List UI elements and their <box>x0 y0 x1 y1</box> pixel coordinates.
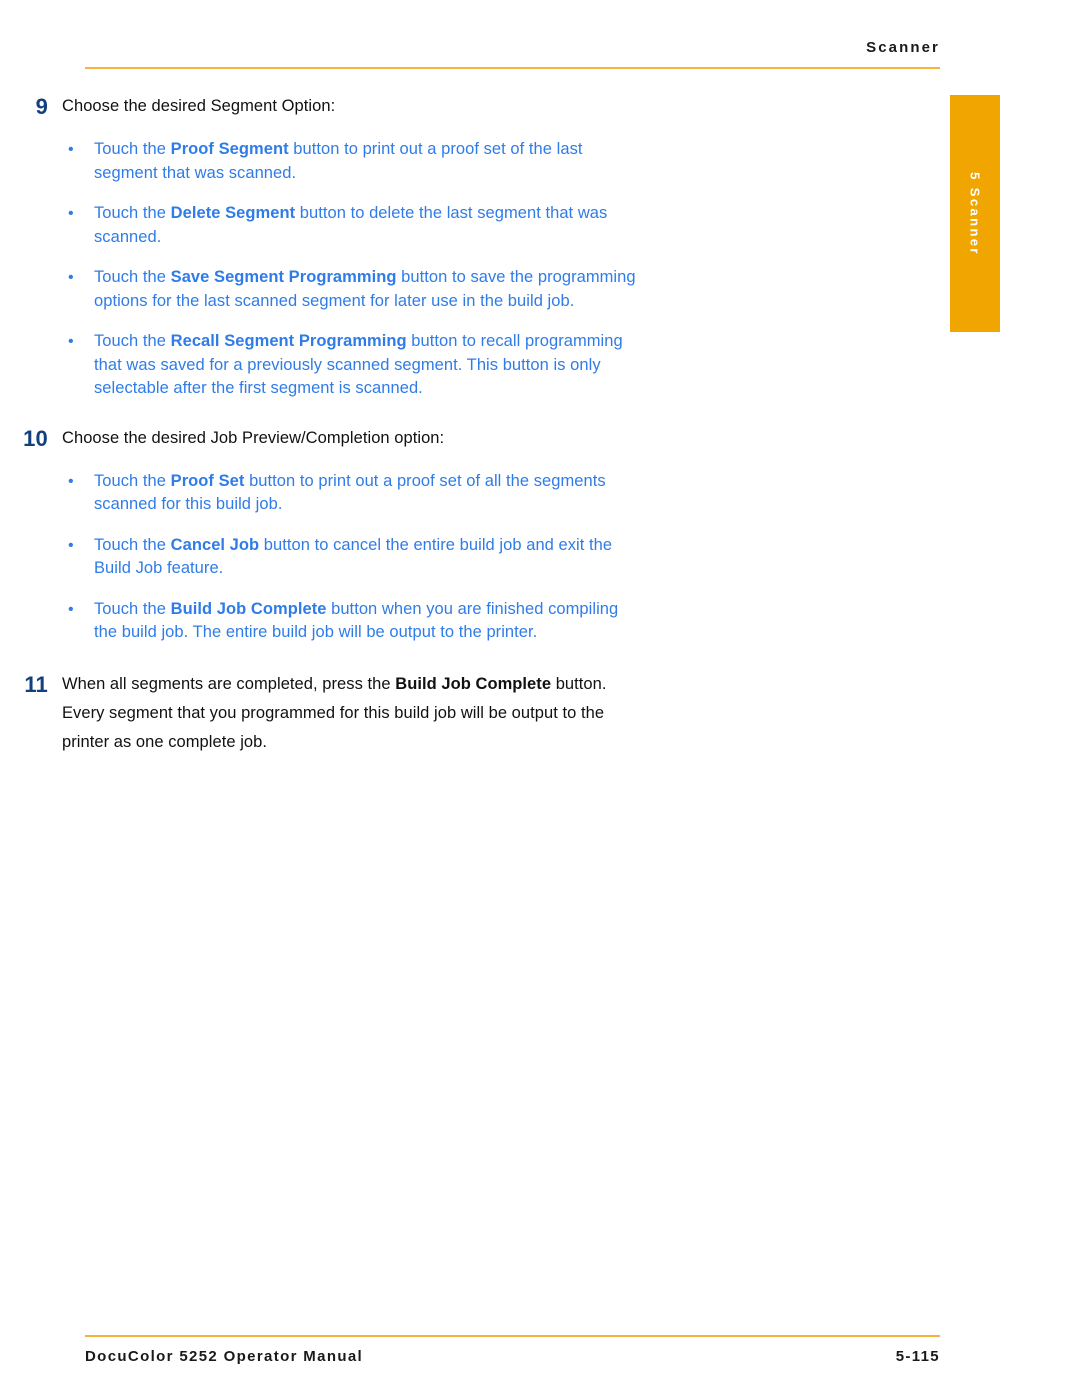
bullet-text: Touch the Proof Segment button to print … <box>94 140 583 182</box>
numbered-step: 11 When all segments are completed, press… <box>0 670 1080 757</box>
step-heading-row: 10 Choose the desired Job Preview/Complet… <box>0 424 1080 453</box>
step-heading-row: 9 Choose the desired Segment Option: <box>0 92 1080 121</box>
bullet-item: • Touch the Proof Segment button to print… <box>62 138 1080 185</box>
bullet-item: • Touch the Recall Segment Programming bu… <box>62 330 1080 401</box>
bullet-text: Touch the Cancel Job button to cancel th… <box>94 535 613 578</box>
bullet-item: • Touch the Save Segment Programming butt… <box>62 266 1080 313</box>
bullet-item: • Touch the Cancel Job button to cancel t… <box>62 534 1080 581</box>
step-heading-row: 11 When all segments are completed, press… <box>0 670 1080 757</box>
header-title: Scanner <box>866 39 940 56</box>
bullet-text: Touch the Save Segment Programming butto… <box>94 268 636 310</box>
step-number: 10 <box>23 425 48 451</box>
bullet-marker-icon: • <box>68 141 74 158</box>
bullet-marker-icon: • <box>68 536 74 554</box>
bullet-text: Touch the Proof Set button to print out … <box>94 471 606 514</box>
step-text: Choose the desired Segment Option: <box>62 97 336 115</box>
bullet-item: • Touch the Proof Set button to print out… <box>62 470 1080 517</box>
page-content: 9 Choose the desired Segment Option: • Touc… <box>0 92 1080 757</box>
bullet-item: • Touch the Delete Segment button to dele… <box>62 202 1080 249</box>
footer-manual-title: DocuColor 5252 Operator Manual <box>85 1348 364 1365</box>
bullet-marker-icon: • <box>68 600 74 618</box>
footer-page-number: 5-115 <box>895 1348 940 1365</box>
header-divider <box>85 67 940 69</box>
bullet-marker-icon: • <box>68 205 74 222</box>
step-number: 11 <box>24 671 48 697</box>
bullet-text: Touch the Build Job Complete button when… <box>94 599 619 642</box>
bullet-marker-icon: • <box>68 472 74 490</box>
step-number: 9 <box>35 94 48 119</box>
footer-divider <box>85 1335 940 1337</box>
page-header: Scanner <box>85 38 940 72</box>
step-bullet-list: • Touch the Proof Set button to print out… <box>62 470 1080 645</box>
numbered-step: 9 Choose the desired Segment Option: • Touc… <box>0 92 1080 401</box>
step-text: When all segments are completed, press t… <box>62 674 607 751</box>
bullet-marker-icon: • <box>68 333 74 350</box>
bullet-item: • Touch the Build Job Complete button whe… <box>62 598 1080 645</box>
step-bullet-list: • Touch the Proof Segment button to print… <box>62 138 1080 401</box>
bullet-text: Touch the Recall Segment Programming but… <box>94 332 623 397</box>
numbered-step: 10 Choose the desired Job Preview/Complet… <box>0 424 1080 645</box>
step-text: Choose the desired Job Preview/Completio… <box>62 428 445 447</box>
document-page: Scanner 5 Scanner 9 Choose the desired Se… <box>0 0 1080 1397</box>
bullet-marker-icon: • <box>68 269 74 286</box>
bullet-text: Touch the Delete Segment button to delet… <box>94 204 608 246</box>
